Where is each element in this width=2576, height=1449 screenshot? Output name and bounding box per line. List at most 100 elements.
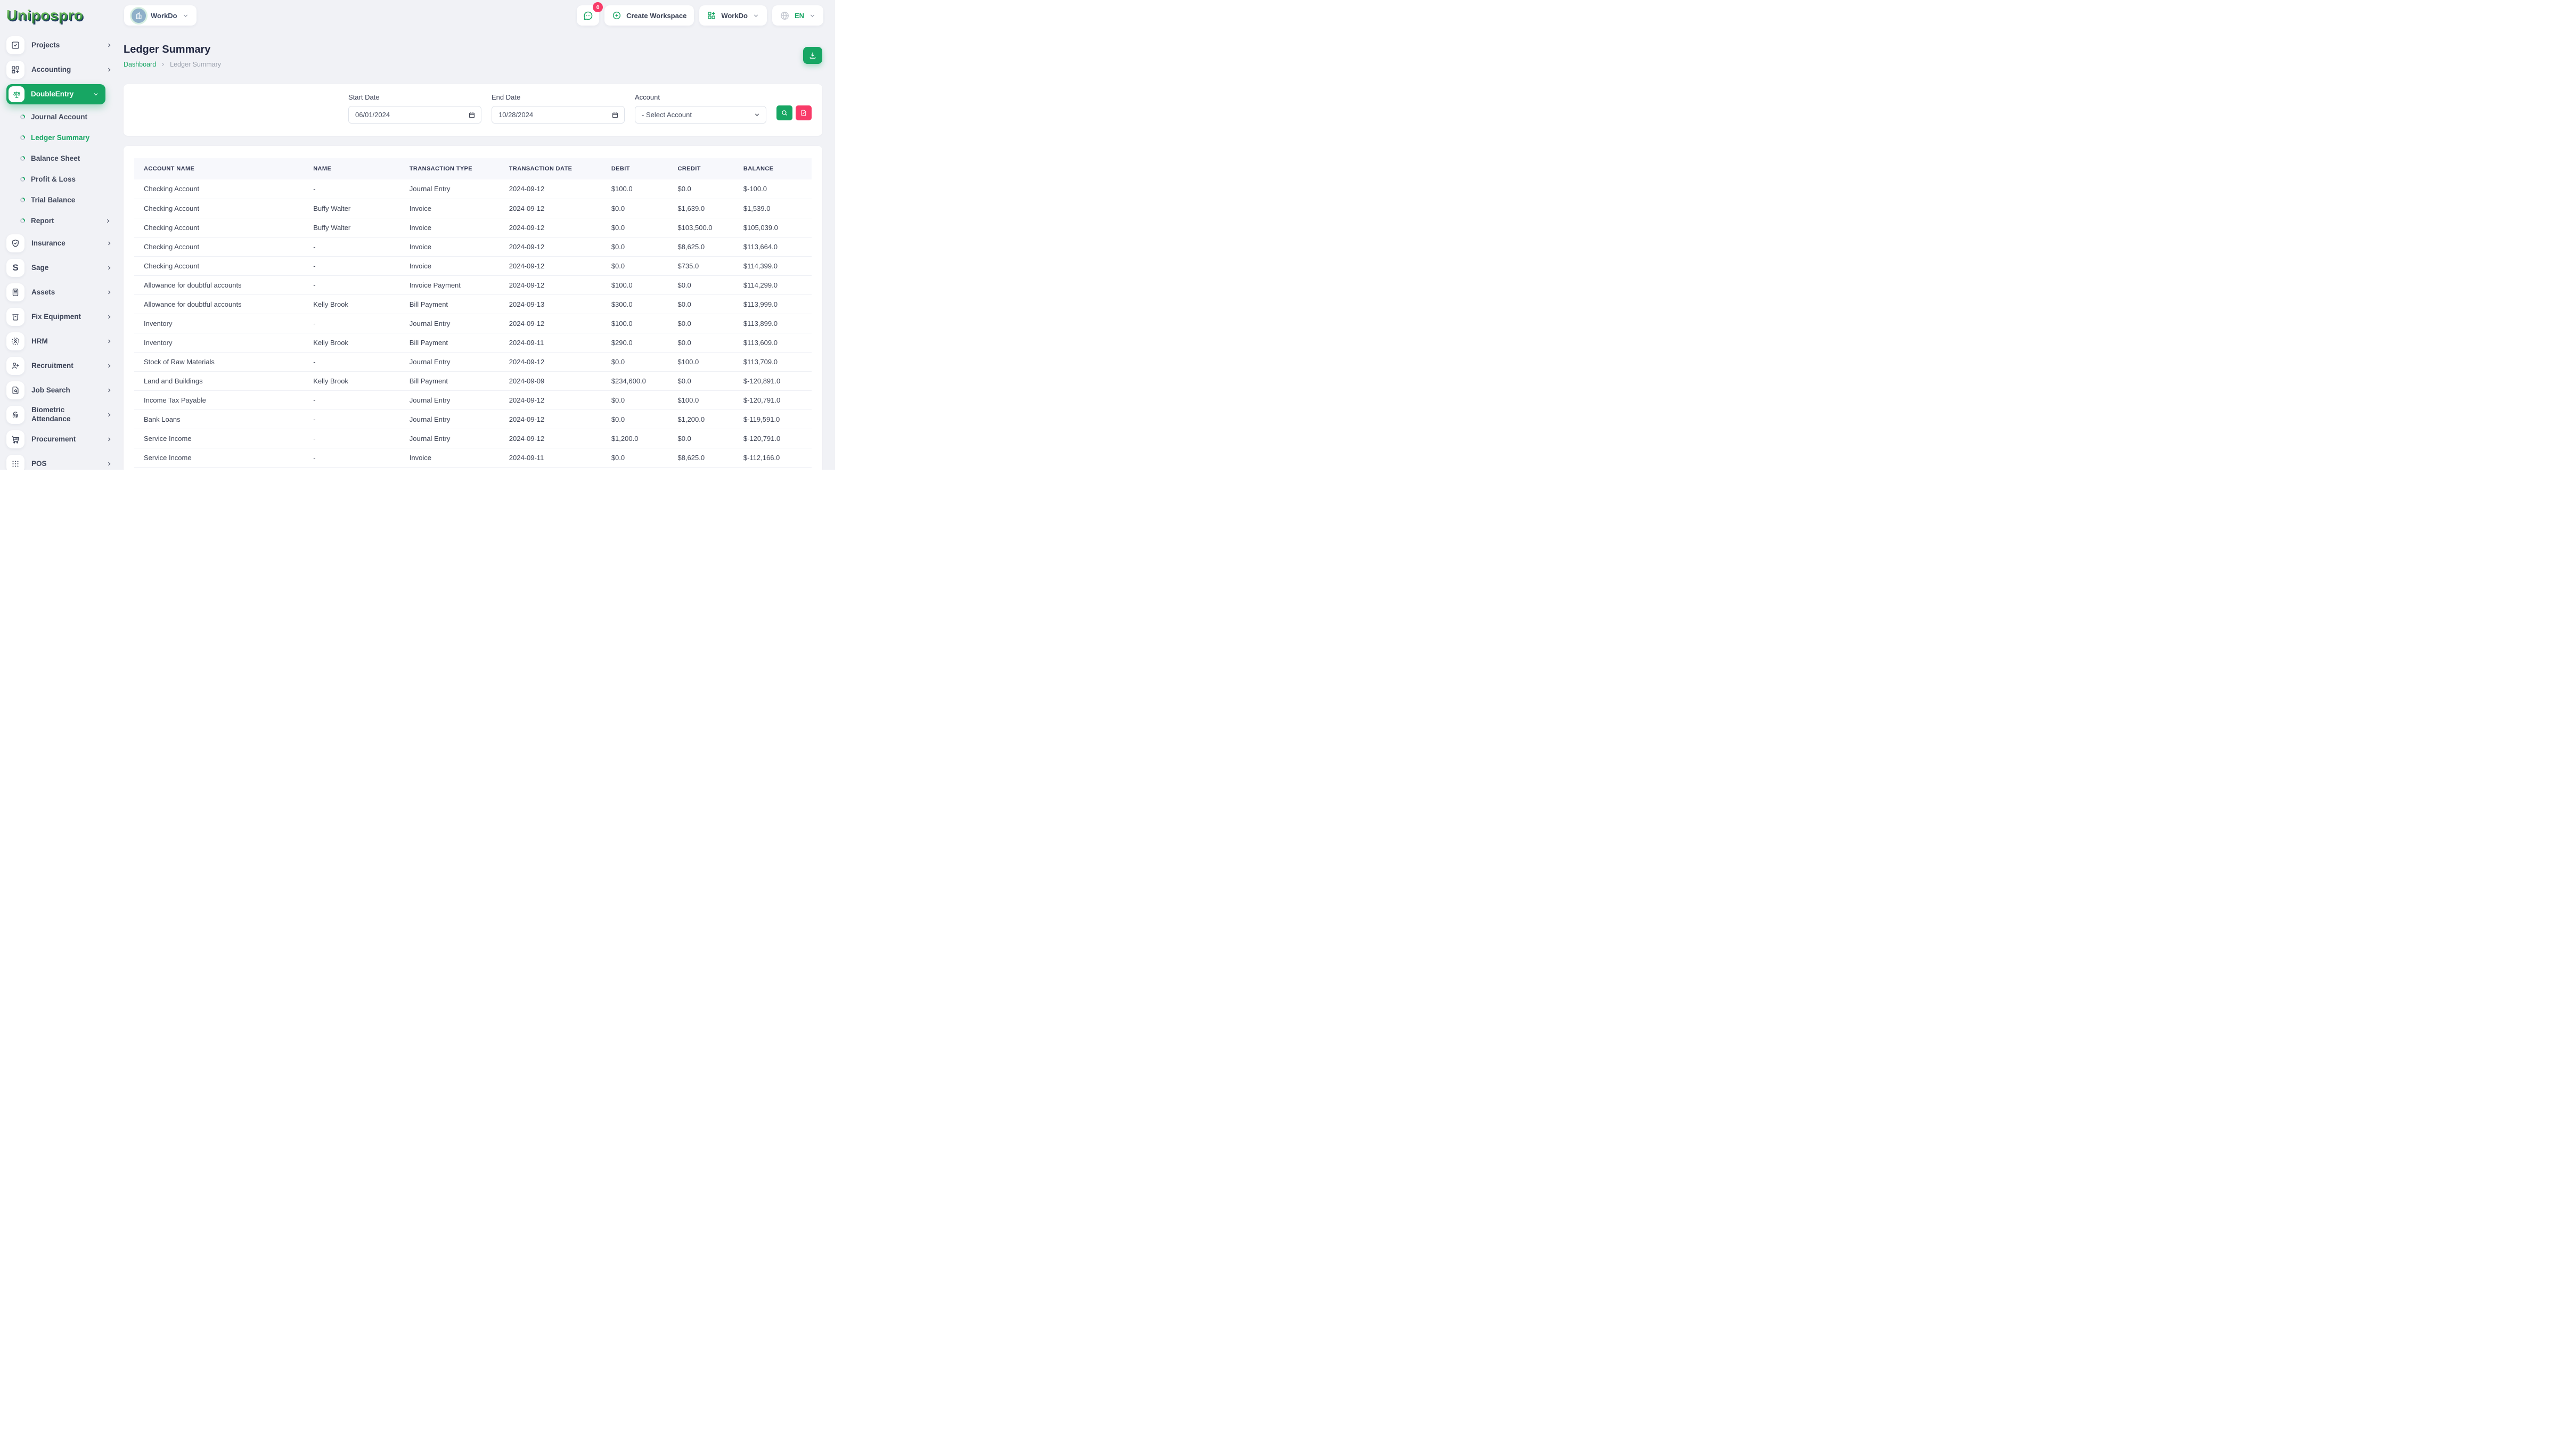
table-row: Checking Account - Invoice 2024-09-12 $0… xyxy=(134,237,812,256)
sidebar-item-biometric-attendance[interactable]: Biometric Attendance xyxy=(0,403,120,427)
cell-credit: $0.0 xyxy=(673,179,739,199)
sidebar-subitem-label: Report xyxy=(31,217,99,225)
start-date-input[interactable]: 06/01/2024 xyxy=(348,106,481,124)
breadcrumb: Dashboard Ledger Summary xyxy=(124,61,822,68)
chevron-right-icon xyxy=(106,240,112,247)
sidebar-subitem-journal-account[interactable]: Journal Account xyxy=(0,107,120,127)
chevron-right-icon xyxy=(160,62,166,67)
chevron-right-icon xyxy=(106,67,112,73)
cell-name: - xyxy=(309,410,405,429)
table-row: Checking Account - Invoice 2024-09-12 $0… xyxy=(134,256,812,275)
sidebar-item-sage[interactable]: S Sage xyxy=(0,256,120,280)
end-date-value: 10/28/2024 xyxy=(498,111,533,119)
col-name: NAME xyxy=(309,158,405,179)
chat-bubble-icon xyxy=(583,10,594,21)
sidebar-item-recruitment[interactable]: Recruitment xyxy=(0,354,120,378)
messages-button[interactable]: 0 xyxy=(577,5,599,26)
cell-balance: $-112,166.0 xyxy=(739,448,812,467)
grid-plus-icon xyxy=(6,61,24,79)
sidebar-item-label: Procurement xyxy=(31,435,99,444)
top-bar: Unipospro WorkDo 0 Create Work xyxy=(0,0,835,31)
chevron-down-icon xyxy=(754,111,760,118)
cell-account-name: Checking Account xyxy=(134,179,309,199)
cell-name: - xyxy=(309,352,405,371)
chevron-right-icon xyxy=(106,265,112,271)
sidebar-item-job-search[interactable]: Job Search xyxy=(0,378,120,403)
sidebar-subitem-report[interactable]: Report xyxy=(0,210,120,231)
account-select[interactable]: - Select Account xyxy=(635,106,766,124)
search-icon xyxy=(781,109,788,117)
table-row: Allowance for doubtful accounts - Invoic… xyxy=(134,275,812,294)
sidebar-item-label: HRM xyxy=(31,337,99,346)
search-button[interactable] xyxy=(776,105,792,120)
bin-icon xyxy=(6,308,24,326)
table-row: Checking Account Buffy Walter Invoice 20… xyxy=(134,199,812,218)
language-selector[interactable]: EN xyxy=(772,5,823,26)
sidebar-item-assets[interactable]: Assets xyxy=(0,280,120,305)
chevron-down-icon xyxy=(182,12,189,19)
cell-debit: $100.0 xyxy=(607,314,674,333)
page-header: Ledger Summary Dashboard Ledger Summary xyxy=(124,44,822,68)
cell-balance: $-119,591.0 xyxy=(739,410,812,429)
breadcrumb-dashboard-link[interactable]: Dashboard xyxy=(124,61,156,68)
cell-transaction-date: 2024-09-09 xyxy=(505,371,607,390)
cell-credit: $100.0 xyxy=(673,352,739,371)
download-button[interactable] xyxy=(803,47,822,64)
topbar-actions: 0 Create Workspace WorkDo xyxy=(577,5,823,26)
end-date-field: End Date 10/28/2024 xyxy=(492,93,625,136)
cell-balance: $105,039.0 xyxy=(739,218,812,237)
cell-account-name: Checking Account xyxy=(134,237,309,256)
scales-icon xyxy=(9,86,24,102)
calculator-icon xyxy=(6,283,24,301)
calendar-icon[interactable] xyxy=(468,111,476,119)
sidebar-subitem-trial-balance[interactable]: Trial Balance xyxy=(0,190,120,210)
sidebar-item-pos[interactable]: POS xyxy=(0,452,120,470)
sidebar-item-label: Insurance xyxy=(31,239,99,248)
cell-transaction-type: Invoice Payment xyxy=(405,275,505,294)
cell-account-name: Service Income xyxy=(134,429,309,448)
brand-logo[interactable]: Unipospro xyxy=(6,7,124,24)
workspace-chip-label: WorkDo xyxy=(151,12,177,20)
cell-balance: $113,999.0 xyxy=(739,294,812,314)
workspace-menu-button[interactable]: WorkDo xyxy=(699,5,767,26)
circle-bullet-icon xyxy=(20,114,25,119)
sidebar-item-fix-equipment[interactable]: Fix Equipment xyxy=(0,305,120,329)
cell-credit: $8,625.0 xyxy=(673,448,739,467)
cell-name: - xyxy=(309,179,405,199)
cart-chart-icon xyxy=(6,430,24,448)
brand-logo-text: Unipospro xyxy=(6,7,84,24)
cell-transaction-type: Invoice xyxy=(405,448,505,467)
create-workspace-button[interactable]: Create Workspace xyxy=(604,5,694,26)
start-date-value: 06/01/2024 xyxy=(355,111,390,119)
cell-account-name: Land and Buildings xyxy=(134,371,309,390)
sidebar-item-projects[interactable]: Projects xyxy=(0,33,120,58)
sidebar-subitem-profit-loss[interactable]: Profit & Loss xyxy=(0,169,120,190)
sidebar-item-insurance[interactable]: Insurance xyxy=(0,231,120,256)
start-date-field: Start Date 06/01/2024 xyxy=(348,93,481,136)
calendar-icon[interactable] xyxy=(611,111,619,119)
circle-plus-icon xyxy=(612,11,621,20)
sidebar: Projects Accounting DoubleEntry xyxy=(0,31,120,470)
end-date-input[interactable]: 10/28/2024 xyxy=(492,106,625,124)
sidebar-item-accounting[interactable]: Accounting xyxy=(0,58,120,82)
grid-dots-icon xyxy=(6,455,24,470)
chevron-down-icon xyxy=(809,12,816,19)
sidebar-item-label: Biometric Attendance xyxy=(31,406,99,424)
cell-transaction-date: 2024-09-12 xyxy=(505,275,607,294)
sidebar-item-hrm[interactable]: HRM xyxy=(0,329,120,354)
sidebar-subitem-ledger-summary[interactable]: Ledger Summary xyxy=(0,127,120,148)
reset-button[interactable] xyxy=(796,105,812,120)
sidebar-subitem-balance-sheet[interactable]: Balance Sheet xyxy=(0,148,120,169)
cell-debit: $0.0 xyxy=(607,390,674,410)
download-icon xyxy=(808,51,817,60)
cell-transaction-date: 2024-09-12 xyxy=(505,179,607,199)
cell-account-name: Allowance for doubtful accounts xyxy=(134,294,309,314)
col-transaction-date: TRANSACTION DATE xyxy=(505,158,607,179)
cell-transaction-type: Invoice xyxy=(405,218,505,237)
main-content: Ledger Summary Dashboard Ledger Summary … xyxy=(120,31,835,470)
cell-balance: $113,709.0 xyxy=(739,352,812,371)
start-date-label: Start Date xyxy=(348,93,481,101)
sidebar-item-procurement[interactable]: Procurement xyxy=(0,427,120,452)
workspace-chip[interactable]: WorkDo xyxy=(124,5,197,26)
sidebar-item-doubleentry[interactable]: DoubleEntry xyxy=(6,84,105,104)
